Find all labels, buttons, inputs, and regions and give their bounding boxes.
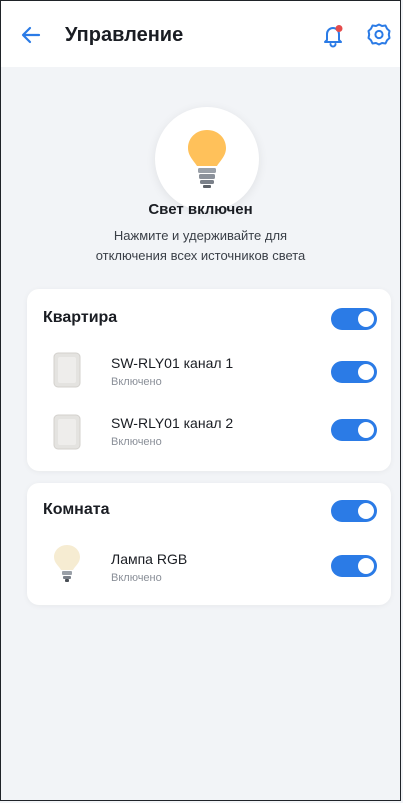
device-toggle[interactable] xyxy=(331,555,377,577)
group-card-apartment: Квартира SW-RLY01 канал 1 Включено SW-RL… xyxy=(27,289,391,471)
group-toggle[interactable] xyxy=(331,308,377,330)
device-toggle[interactable] xyxy=(331,361,377,383)
light-status: Свет включен xyxy=(148,201,253,218)
all-lights-button[interactable] xyxy=(155,107,259,211)
light-hint: Нажмите и удерживайте для отключения все… xyxy=(1,226,400,266)
group-toggle[interactable] xyxy=(331,500,377,522)
hint-line-1: Нажмите и удерживайте для xyxy=(113,228,288,243)
device-name: SW-RLY01 канал 1 xyxy=(111,355,234,371)
device-state: Включено xyxy=(111,376,162,388)
group-card-room: Комната Лампа RGB Включено xyxy=(27,483,391,605)
top-bar: Управление xyxy=(1,1,400,67)
hint-line-2: отключения всех источников света xyxy=(95,248,306,263)
wall-switch-icon xyxy=(51,413,83,451)
gear-icon xyxy=(367,23,391,46)
notifications-button[interactable] xyxy=(319,21,347,49)
group-title: Квартира xyxy=(43,309,118,326)
settings-button[interactable] xyxy=(365,21,393,49)
page-title: Управление xyxy=(65,24,184,46)
bulb-icon xyxy=(51,543,83,582)
notification-dot xyxy=(335,25,343,32)
device-name: SW-RLY01 канал 2 xyxy=(111,415,234,431)
device-name: Лампа RGB xyxy=(111,551,188,567)
device-state: Включено xyxy=(111,436,162,448)
back-button[interactable] xyxy=(17,21,45,49)
arrow-left-icon xyxy=(21,26,41,44)
bell-icon xyxy=(324,25,343,48)
app-screen: Управление Свет включен Нажмите и удержи xyxy=(0,0,401,801)
wall-switch-icon xyxy=(51,351,83,389)
group-title: Комната xyxy=(43,501,110,518)
device-state: Включено xyxy=(111,572,162,584)
bulb-icon xyxy=(188,130,226,188)
device-toggle[interactable] xyxy=(331,419,377,441)
